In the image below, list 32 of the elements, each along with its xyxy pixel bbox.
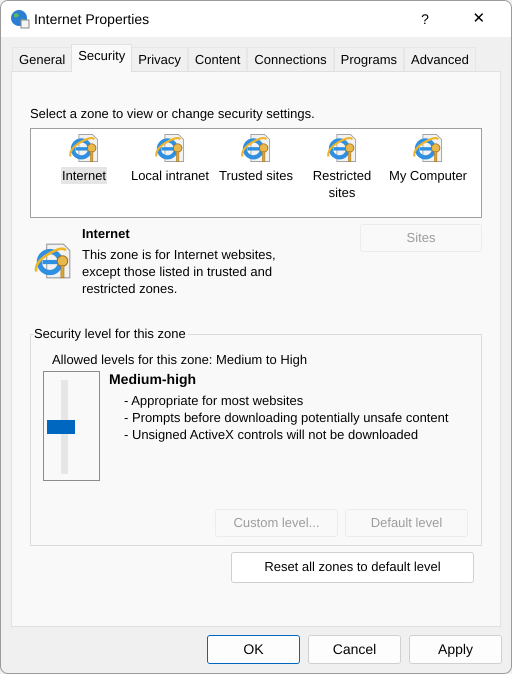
slider-thumb[interactable] xyxy=(47,420,75,434)
zone-label: Internet xyxy=(60,166,108,184)
dialog-button[interactable]: OK xyxy=(207,635,300,664)
zone-item[interactable]: My Computer xyxy=(385,130,471,216)
help-button[interactable]: ? xyxy=(402,4,448,34)
tab[interactable]: Privacy xyxy=(131,47,188,71)
level-description: - Prompts before downloading potentially unsafe content xyxy=(124,408,448,426)
dialog-button[interactable]: Apply xyxy=(409,635,502,664)
globe-icon xyxy=(10,9,30,29)
tab[interactable]: Programs xyxy=(334,47,404,71)
reset-button[interactable]: Reset all zones to default level xyxy=(231,552,474,582)
tab[interactable]: General xyxy=(12,47,72,71)
allowed-levels: Allowed levels for this zone: Medium to High xyxy=(52,350,308,368)
dialog-button[interactable]: Cancel xyxy=(308,635,401,664)
tab[interactable]: Security xyxy=(71,44,132,72)
zone-prompt: Select a zone to view or change security settings. xyxy=(30,105,316,123)
tab[interactable]: Advanced xyxy=(404,47,476,71)
zone-item[interactable]: Local intranet xyxy=(127,130,213,216)
close-button[interactable]: ✕ xyxy=(456,4,502,34)
level-name: Medium-high xyxy=(109,370,198,389)
tab[interactable]: Content xyxy=(188,47,248,71)
zone-item[interactable]: Internet xyxy=(41,130,127,216)
tab[interactable]: Connections xyxy=(247,47,334,71)
security-slider[interactable] xyxy=(43,370,100,480)
group-label: Security level for this zone xyxy=(34,326,188,342)
level-description: - Unsigned ActiveX controls will not be downloaded xyxy=(124,426,420,442)
window-title: Internet Properties xyxy=(34,10,150,29)
zone-item[interactable]: Trusted sites xyxy=(213,130,299,216)
zone-item[interactable]: Restricted sites xyxy=(299,130,385,216)
level-description: - Appropriate for most websites xyxy=(124,392,304,408)
zone-description: This zone is for Internet websites, except those listed in trusted and restricted zones. xyxy=(82,246,277,297)
zone-title: Internet xyxy=(82,224,131,242)
